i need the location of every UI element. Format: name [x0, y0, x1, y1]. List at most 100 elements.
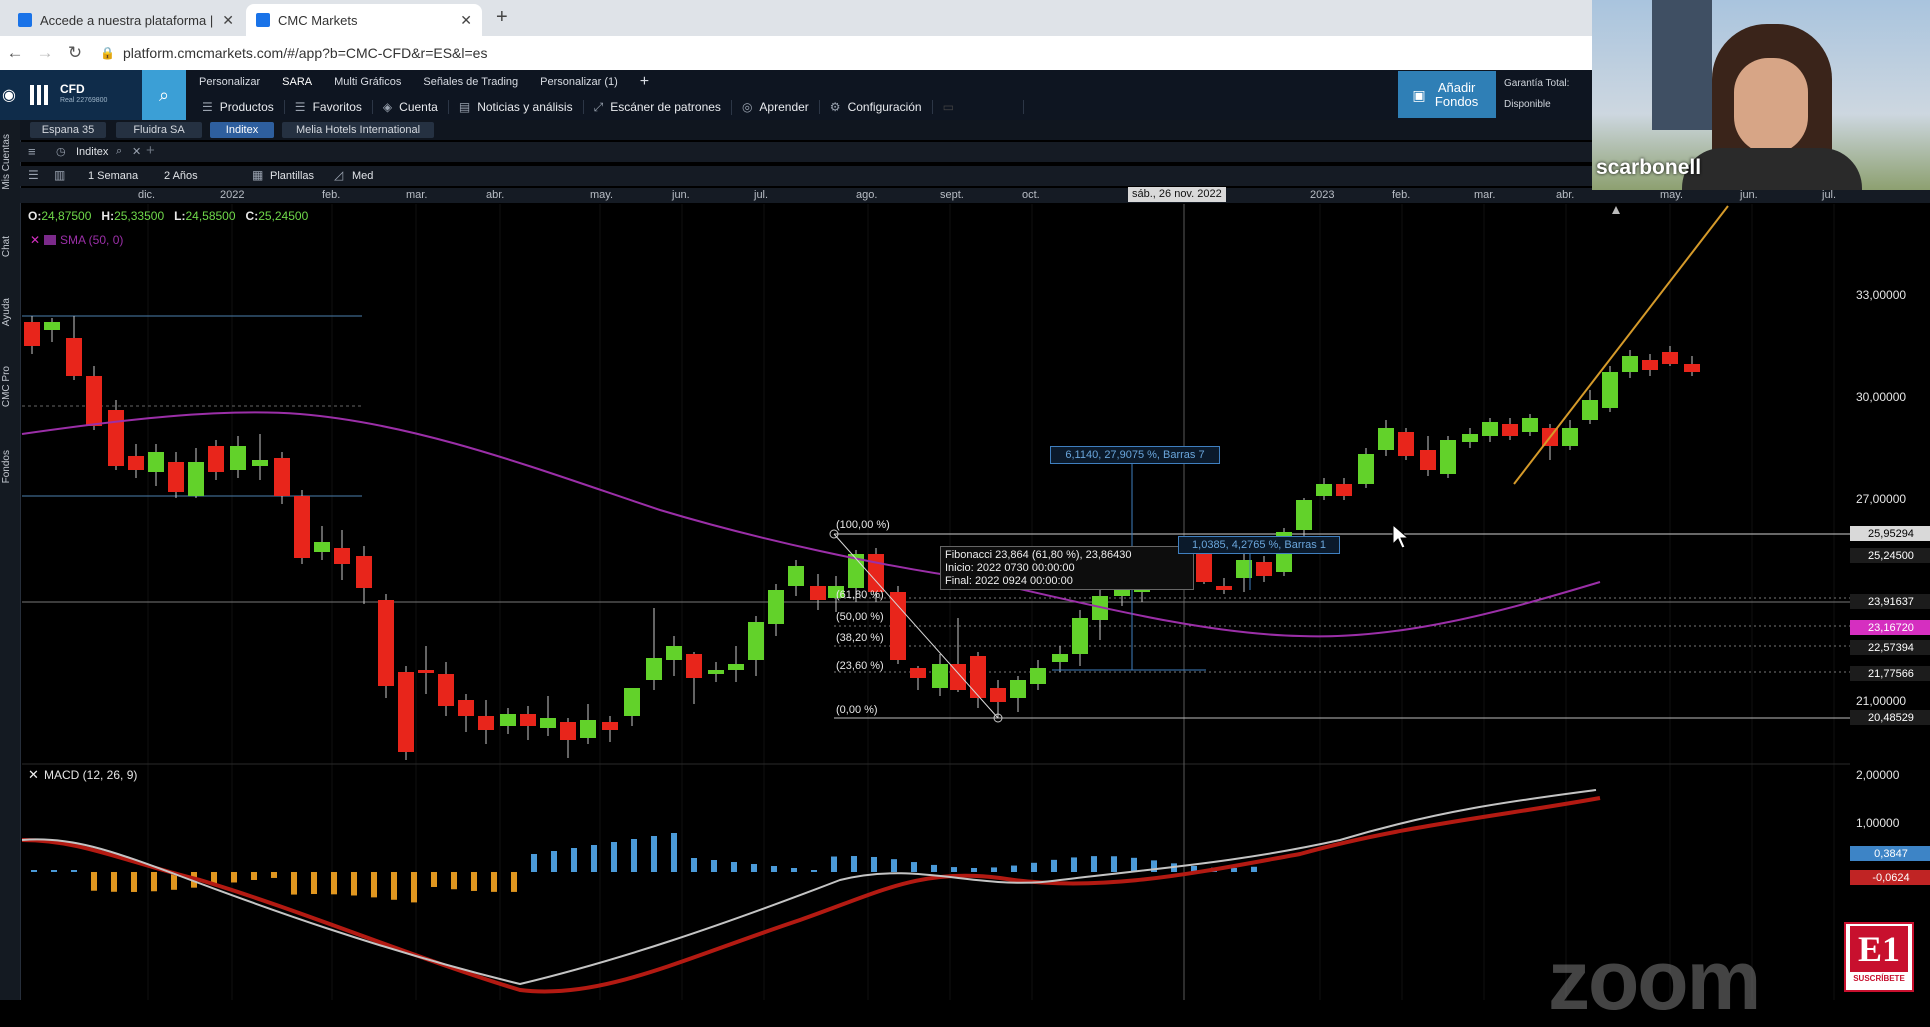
macd-histogram-bar: [531, 854, 537, 872]
candle-up: [1522, 418, 1538, 432]
macd-histogram-bar: [551, 851, 557, 872]
candle-down: [1336, 484, 1352, 496]
fib-level-label: (38,20 %): [836, 632, 884, 644]
high-value: 25,33500: [114, 209, 165, 223]
candle-down: [890, 592, 906, 660]
candle-down: [1420, 450, 1436, 470]
candle-down: [1502, 424, 1518, 436]
candle-up: [1462, 434, 1478, 442]
macd-histogram-bar: [911, 862, 917, 872]
macd-histogram-bar: [851, 856, 857, 872]
macd-histogram-bar: [1111, 856, 1117, 872]
candle-down: [168, 462, 184, 492]
e1-logo[interactable]: E1 SUSCRÍBETE: [1844, 922, 1914, 992]
candle-up: [1358, 454, 1374, 484]
candle-up: [708, 670, 724, 674]
candle-down: [1196, 550, 1212, 582]
macd-histogram-bar: [651, 836, 657, 872]
candle-up: [1622, 356, 1638, 372]
macd-histogram-bar: [1011, 865, 1017, 872]
candle-down: [1642, 360, 1658, 370]
candle-down: [66, 338, 82, 376]
candle-down: [478, 716, 494, 730]
mouse-cursor-icon: [1392, 524, 1410, 549]
fib-level-label: (61,80 %): [836, 589, 884, 601]
candle-up: [1378, 428, 1394, 450]
macd-histogram-bar: [571, 848, 577, 872]
candle-down: [438, 674, 454, 706]
candle-up: [768, 590, 784, 624]
close-indicator-icon[interactable]: ✕: [30, 233, 40, 247]
candle-down: [810, 586, 826, 600]
candle-down: [520, 714, 536, 726]
macd-histogram-bar: [891, 859, 897, 872]
sma-line: [21, 411, 1601, 638]
candle-up: [646, 658, 662, 680]
candle-up: [252, 460, 268, 466]
zoom-watermark: zoom: [1548, 933, 1761, 1027]
price-tick: 21,00000: [1856, 694, 1907, 708]
candle-up: [1072, 618, 1088, 654]
candle-down: [1256, 562, 1272, 576]
candle-down: [108, 410, 124, 466]
price-marker: 22,57394: [1850, 640, 1930, 655]
candle-down: [24, 322, 40, 346]
macd-histogram-bar: [791, 868, 797, 872]
close-macd-icon[interactable]: ✕: [28, 767, 39, 783]
macd-histogram-bar: [831, 856, 837, 872]
macd-histogram-bar: [1091, 856, 1097, 872]
macd-histogram-bar: [711, 860, 717, 872]
macd-marker: 0,3847: [1850, 846, 1930, 861]
macd-marker: -0,0624: [1850, 870, 1930, 885]
macd-histogram-bar: [131, 872, 137, 892]
macd-histogram-bar: [931, 864, 937, 872]
fib-level-label: (100,00 %): [836, 519, 890, 531]
candle-down: [208, 446, 224, 472]
macd-histogram-bar: [391, 872, 397, 900]
macd-histogram-bar: [471, 872, 477, 891]
candle-down: [1662, 352, 1678, 364]
price-tick: 27,00000: [1856, 492, 1907, 506]
candle-up: [1010, 680, 1026, 698]
candle-up: [728, 664, 744, 670]
macd-histogram-bar: [631, 839, 637, 872]
macd-histogram-bar: [311, 872, 317, 895]
macd-label: MACD (12, 26, 9): [44, 768, 138, 782]
price-marker: 21,77566: [1850, 666, 1930, 681]
person-body-shape: [1682, 148, 1862, 190]
candle-down: [128, 456, 144, 470]
candle-up: [932, 664, 948, 688]
candle-down: [1684, 364, 1700, 372]
macd-histogram-bar: [291, 872, 297, 895]
macd-histogram-bar: [51, 870, 57, 872]
sma-label: SMA (50, 0): [60, 233, 124, 247]
macd-histogram-bar: [91, 872, 97, 891]
macd-histogram-bar: [871, 856, 877, 872]
macd-histogram-bar: [1131, 857, 1137, 872]
candle-down: [868, 554, 884, 592]
sma-color-swatch: [44, 235, 56, 245]
macd-histogram-bar: [151, 872, 157, 892]
macd-histogram-bar: [371, 872, 377, 898]
candle-down: [950, 664, 966, 690]
candle-down: [990, 688, 1006, 702]
candle-up: [1316, 484, 1332, 496]
close-value: 25,24500: [258, 209, 309, 223]
candle-up: [1562, 428, 1578, 446]
price-marker: 20,48529: [1850, 710, 1930, 725]
macd-histogram-bar: [331, 872, 337, 895]
macd-histogram-bar: [411, 872, 417, 903]
candle-down: [356, 556, 372, 588]
macd-histogram-bar: [511, 872, 517, 892]
low-value: 24,58500: [185, 209, 236, 223]
building-shape: [1652, 0, 1712, 130]
candle-up: [44, 322, 60, 330]
macd-histogram-bar: [71, 870, 77, 872]
candle-down: [274, 458, 290, 496]
candle-up: [314, 542, 330, 552]
candle-up: [1114, 590, 1130, 596]
candle-down: [86, 376, 102, 426]
macd-line: [21, 789, 1597, 986]
macd-histogram-bar: [431, 872, 437, 887]
participant-name: scarbonell: [1596, 156, 1702, 179]
